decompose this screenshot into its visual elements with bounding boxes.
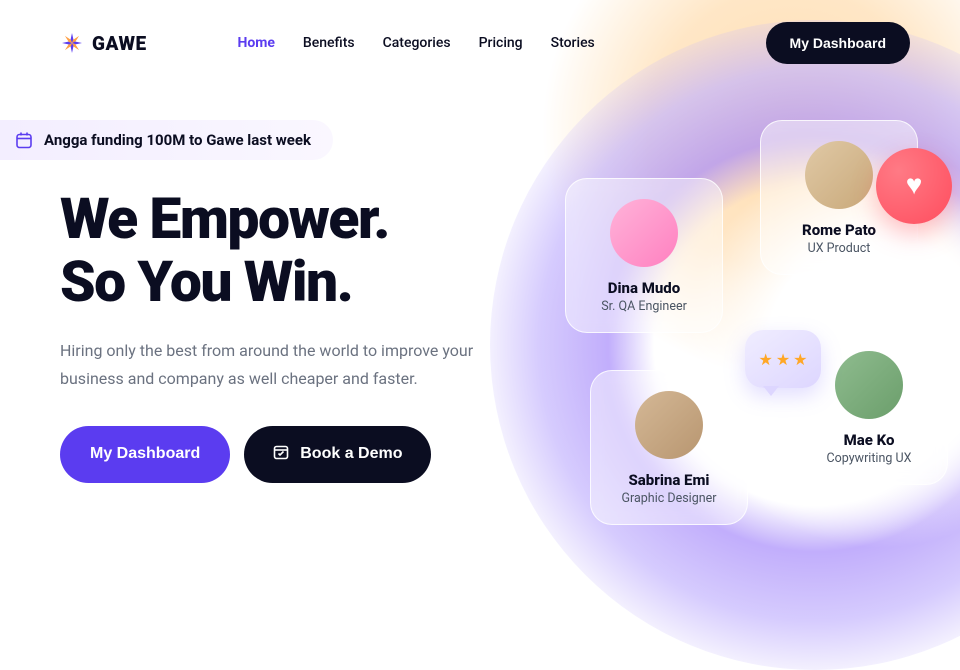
hero-section: We Empower. So You Win. Hiring only the … [0,160,540,483]
calendar-icon [14,130,34,150]
rating-bubble-icon: ★ ★ ★ [745,330,821,388]
hero-title-line1: We Empower. [60,185,389,252]
star-icon: ★ [793,350,807,369]
person-role: UX Product [781,241,897,256]
avatar [805,141,873,209]
hero-title: We Empower. So You Win. [60,188,540,313]
spark-icon [60,31,84,55]
nav-home[interactable]: Home [237,35,274,51]
person-name: Dina Mudo [586,279,702,297]
heart-badge-icon [876,148,952,224]
news-banner: Angga funding 100M to Gawe last week [0,120,333,160]
person-role: Copywriting UX [811,451,927,466]
brand-logo[interactable]: GAWE [60,31,147,55]
calendar-check-icon [272,443,290,466]
banner-text: Angga funding 100M to Gawe last week [44,131,311,149]
nav-pricing[interactable]: Pricing [479,35,523,51]
cta-row: My Dashboard Book a Demo [60,426,540,483]
avatar [610,199,678,267]
person-name: Mae Ko [811,431,927,449]
person-role: Sr. QA Engineer [586,299,702,314]
book-demo-button[interactable]: Book a Demo [244,426,430,483]
dashboard-button-header[interactable]: My Dashboard [766,22,910,64]
person-name: Sabrina Emi [611,471,727,489]
person-card[interactable]: Dina Mudo Sr. QA Engineer [565,178,723,333]
star-icon: ★ [776,350,790,369]
book-demo-label: Book a Demo [300,445,402,463]
star-icon: ★ [758,350,772,369]
avatar [635,391,703,459]
nav-benefits[interactable]: Benefits [303,35,355,51]
person-name: Rome Pato [781,221,897,239]
person-role: Graphic Designer [611,491,727,506]
main-nav: Home Benefits Categories Pricing Stories [237,35,594,51]
brand-name: GAWE [92,32,147,55]
hero-subhead: Hiring only the best from around the wor… [60,337,540,391]
site-header: GAWE Home Benefits Categories Pricing St… [0,0,960,64]
person-card[interactable]: Sabrina Emi Graphic Designer [590,370,748,525]
nav-categories[interactable]: Categories [383,35,451,51]
dashboard-button-hero[interactable]: My Dashboard [60,426,230,483]
nav-stories[interactable]: Stories [551,35,595,51]
avatar [835,351,903,419]
hero-title-line2: So You Win. [60,248,352,315]
